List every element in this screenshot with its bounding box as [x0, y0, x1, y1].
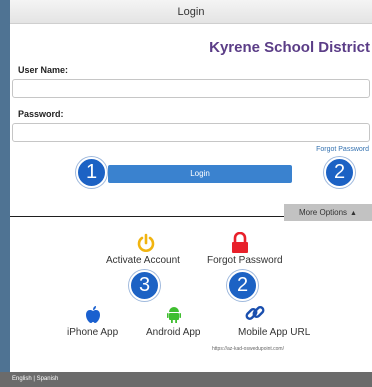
title-bar: Login [10, 0, 372, 24]
lock-icon[interactable] [231, 232, 249, 254]
login-button[interactable]: Login [108, 165, 292, 183]
english-link[interactable]: English [12, 376, 32, 382]
spanish-link[interactable]: Spanish [37, 376, 59, 382]
language-divider: | [33, 376, 35, 382]
iphone-app-label[interactable]: iPhone App [67, 327, 118, 338]
activate-account-label[interactable]: Activate Account [106, 255, 180, 266]
android-app-label[interactable]: Android App [146, 327, 201, 338]
android-icon[interactable] [167, 306, 181, 323]
window-edge [0, 0, 10, 387]
step-badge-1: 1 [76, 157, 107, 188]
footer-bar: English | Spanish [0, 372, 372, 387]
step-badge-3: 3 [129, 270, 160, 301]
mobile-app-url-label[interactable]: Mobile App URL [238, 327, 310, 338]
step-badge-2-top: 2 [324, 157, 355, 188]
login-window: Login Kyrene School District User Name: … [0, 0, 372, 387]
password-label: Password: [18, 109, 64, 119]
username-input[interactable] [12, 79, 370, 98]
username-label: User Name: [18, 65, 69, 75]
more-options-label: More Options [299, 208, 348, 217]
forgot-password-option-label[interactable]: Forgot Password [207, 255, 283, 266]
window-title: Login [177, 6, 205, 18]
apple-icon[interactable] [86, 306, 100, 323]
password-input[interactable] [12, 123, 370, 142]
step-badge-2-bottom: 2 [227, 270, 258, 301]
mobile-url-text[interactable]: https://az-kad-oswedupoint.com/ [212, 346, 284, 352]
link-icon[interactable] [245, 303, 265, 323]
district-name: Kyrene School District [209, 39, 370, 56]
forgot-password-link[interactable]: Forgot Password [316, 146, 369, 153]
chevron-up-icon: ▲ [350, 210, 357, 217]
more-options-button[interactable]: More Options ▲ [284, 204, 372, 221]
power-icon[interactable] [136, 233, 156, 253]
